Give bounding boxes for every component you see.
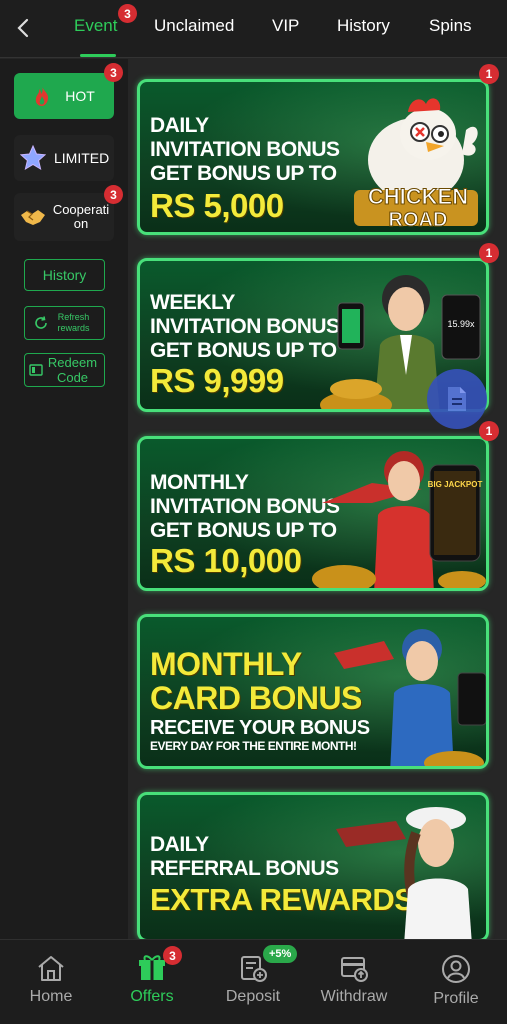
category-limited[interactable]: LIMITED bbox=[14, 135, 114, 181]
monthly-card-banner[interactable]: MONTHLY CARD BONUS RECEIVE YOUR BONUS EV… bbox=[137, 614, 489, 769]
category-cooperation[interactable]: Cooperati on bbox=[14, 193, 114, 241]
red-pilot-illustration: BIG JACKPOT bbox=[312, 451, 486, 588]
category-hot[interactable]: HOT bbox=[14, 73, 114, 119]
daily-referral-banner[interactable]: DAILY REFERRAL BONUS EXTRA REWARDS bbox=[137, 792, 489, 942]
nav-label: Home bbox=[29, 988, 73, 1005]
banner-badge: 1 bbox=[479, 421, 499, 441]
banner-amount: RS 9,999 bbox=[150, 362, 284, 399]
ticket-icon bbox=[28, 364, 43, 376]
nav-label: Offers bbox=[130, 988, 174, 1005]
tab-unclaimed[interactable]: Unclaimed bbox=[154, 16, 234, 36]
nav-profile[interactable]: Profile bbox=[411, 954, 501, 1008]
banner-line: GET BONUS UP TO bbox=[150, 339, 337, 362]
active-tab-indicator bbox=[80, 54, 116, 57]
monthly-invitation-banner[interactable]: MONTHLY INVITATION BONUS GET BONUS UP TO… bbox=[137, 436, 489, 591]
home-icon bbox=[38, 956, 64, 981]
chevron-left-icon bbox=[17, 18, 29, 38]
chicken-road-logo: CHICKEN ROAD bbox=[367, 184, 468, 232]
svg-text:ROAD: ROAD bbox=[389, 209, 448, 231]
category-hot-badge: 3 bbox=[104, 63, 123, 82]
top-tab-bar: Event 3 Unclaimed VIP History Spins bbox=[0, 0, 507, 58]
banner-line: DAILY bbox=[150, 833, 209, 856]
banner-line: DAILY bbox=[150, 114, 209, 137]
withdraw-icon bbox=[341, 957, 368, 982]
nav-offers[interactable]: Offers bbox=[107, 954, 197, 1006]
profile-icon bbox=[442, 955, 470, 983]
banner-line: INVITATION BONUS bbox=[150, 138, 340, 161]
captain-woman-illustration bbox=[336, 807, 472, 939]
category-label: LIMITED bbox=[54, 150, 110, 166]
banner-line: WEEKLY bbox=[150, 291, 235, 314]
nav-withdraw[interactable]: Withdraw bbox=[309, 954, 399, 1006]
nav-label: Withdraw bbox=[320, 988, 388, 1005]
history-button[interactable]: History bbox=[24, 259, 105, 291]
daily-invitation-banner[interactable]: DAILY INVITATION BONUS GET BONUS UP TO R… bbox=[137, 79, 489, 235]
banner-headline: MONTHLY bbox=[150, 646, 302, 682]
tab-history[interactable]: History bbox=[337, 16, 390, 36]
tab-vip[interactable]: VIP bbox=[272, 16, 299, 36]
flame-icon bbox=[36, 86, 49, 106]
banner-line: REFERRAL BONUS bbox=[150, 857, 339, 880]
redeem-code-button[interactable]: Redeem Code bbox=[24, 353, 105, 387]
phone-screen-text: 15.99x bbox=[447, 319, 475, 329]
banner-line: MONTHLY bbox=[150, 471, 249, 494]
nav-home[interactable]: Home bbox=[6, 954, 96, 1006]
svg-text:CHICKEN: CHICKEN bbox=[368, 184, 468, 209]
handshake-icon bbox=[21, 210, 45, 225]
category-sidebar: HOT 3 LIMITED Cooperati on 3 History Ref… bbox=[0, 59, 128, 939]
category-label: HOT bbox=[65, 88, 95, 104]
tab-spins[interactable]: Spins bbox=[429, 16, 472, 36]
refresh-rewards-label: Refresh rewards bbox=[57, 312, 90, 333]
blue-pilot-illustration bbox=[334, 629, 486, 766]
nav-label: Deposit bbox=[225, 988, 281, 1005]
banner-line: GET BONUS UP TO bbox=[150, 519, 337, 542]
refresh-rewards-button[interactable]: Refresh rewards bbox=[24, 306, 105, 340]
banner-badge: 1 bbox=[479, 64, 499, 84]
nav-offers-badge: 3 bbox=[163, 946, 182, 965]
banner-amount: RS 10,000 bbox=[150, 542, 302, 579]
deposit-bonus-tag: +5% bbox=[263, 945, 298, 963]
banner-badge: 1 bbox=[479, 243, 499, 263]
phone-screen-text: BIG JACKPOT bbox=[428, 480, 483, 489]
floating-notes-button[interactable] bbox=[427, 369, 487, 429]
banner-line: GET BONUS UP TO bbox=[150, 162, 337, 185]
back-button[interactable] bbox=[10, 14, 36, 42]
star-icon bbox=[20, 145, 46, 171]
category-label: Cooperati on bbox=[52, 202, 110, 231]
nav-label: Profile bbox=[433, 990, 479, 1007]
tab-event[interactable]: Event bbox=[74, 16, 117, 36]
banner-amount: RS 5,000 bbox=[150, 187, 284, 224]
document-icon bbox=[448, 387, 466, 411]
refresh-icon bbox=[34, 316, 47, 329]
category-cooperation-badge: 3 bbox=[104, 185, 123, 204]
tab-event-badge: 3 bbox=[118, 4, 137, 23]
banner-line: INVITATION BONUS bbox=[150, 315, 340, 338]
redeem-code-label: Redeem Code bbox=[47, 355, 98, 385]
bottom-navigation: Home Offers 3 Deposit +5% Withdraw Profi… bbox=[0, 939, 507, 1024]
